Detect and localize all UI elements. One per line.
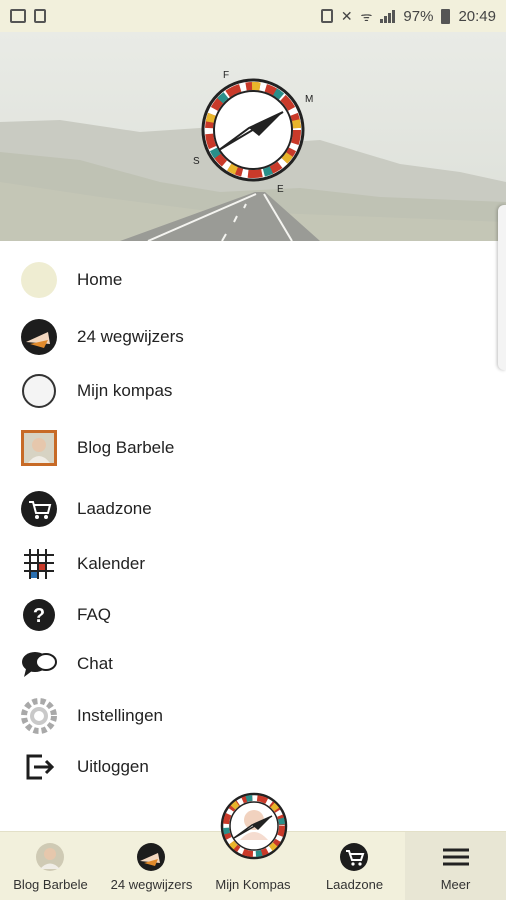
status-left — [10, 9, 46, 23]
home-icon — [20, 261, 58, 299]
svg-text:F: F — [223, 70, 229, 81]
tab-24-wegwijzers[interactable]: 24 wegwijzers — [101, 832, 202, 900]
lock-icon — [320, 9, 333, 23]
center-compass-button[interactable] — [216, 788, 292, 864]
download-notification-icon — [34, 9, 46, 23]
svg-text:S: S — [193, 156, 200, 167]
svg-text:E: E — [277, 184, 284, 195]
gallery-notification-icon — [10, 9, 26, 23]
wegwijzers-icon — [137, 843, 165, 871]
battery-percent: 97% — [403, 7, 434, 25]
road-landscape-image: F M S E — [0, 32, 506, 241]
menu-item-label: FAQ — [77, 605, 112, 624]
status-bar: ✕ ᯤ 97% 20:49 — [0, 0, 506, 32]
question-icon: ? — [20, 596, 58, 634]
menu-item-label: Mijn kompas — [77, 381, 173, 400]
menu-item-faq[interactable]: ? FAQ — [0, 590, 506, 640]
menu-item-label: Blog Barbele — [77, 438, 175, 457]
chat-bubbles-icon — [20, 645, 58, 683]
menu-item-kalender[interactable]: Kalender — [0, 539, 506, 589]
wegwijzers-icon — [20, 318, 58, 356]
battery-icon — [441, 8, 451, 24]
clock: 20:49 — [458, 7, 496, 25]
tab-label: Laadzone — [325, 877, 384, 892]
compass-circle-icon — [20, 372, 58, 410]
menu-item-blog-barbele[interactable]: Blog Barbele — [0, 423, 506, 473]
menu-item-mijn-kompas[interactable]: Mijn kompas — [0, 366, 506, 416]
tab-label: Meer — [440, 877, 471, 892]
menu-item-24-wegwijzers[interactable]: 24 wegwijzers — [0, 312, 506, 362]
tab-blog-barbele[interactable]: Blog Barbele — [0, 832, 101, 900]
signal-icon — [380, 9, 396, 23]
tab-meer[interactable]: Meer — [405, 832, 506, 900]
menu-item-label: Instellingen — [77, 706, 164, 725]
menu-item-home[interactable]: Home — [0, 255, 506, 305]
logout-icon — [20, 748, 58, 786]
svg-text:M: M — [305, 94, 313, 105]
menu-item-uitloggen[interactable]: Uitloggen — [0, 742, 506, 792]
shopping-cart-icon — [340, 843, 368, 871]
mute-icon: ✕ — [340, 7, 353, 24]
calendar-grid-icon — [20, 545, 58, 583]
tab-label: Mijn Kompas — [215, 877, 291, 892]
shopping-cart-icon — [20, 490, 58, 528]
svg-text:?: ? — [33, 605, 45, 627]
header-banner: F M S E — [0, 32, 506, 241]
tab-laadzone[interactable]: Laadzone — [304, 832, 405, 900]
menu-item-chat[interactable]: Chat — [0, 639, 506, 689]
menu-item-label: Laadzone — [77, 499, 152, 518]
menu-item-instellingen[interactable]: Instellingen — [0, 691, 506, 741]
menu-item-laadzone[interactable]: Laadzone — [0, 484, 506, 534]
menu-item-label: Kalender — [77, 554, 146, 573]
menu-item-label: Chat — [77, 654, 113, 673]
wifi-icon: ᯤ — [360, 9, 373, 24]
menu-hamburger-icon — [443, 848, 469, 866]
tab-label: 24 wegwijzers — [110, 877, 193, 892]
menu-item-label: 24 wegwijzers — [77, 327, 184, 346]
menu-item-label: Home — [77, 270, 123, 289]
gear-icon — [20, 697, 58, 735]
status-right: ✕ ᯤ 97% 20:49 — [320, 7, 496, 25]
menu-item-label: Uitloggen — [77, 757, 149, 776]
blog-portrait-icon — [20, 429, 58, 467]
blog-portrait-icon — [36, 843, 64, 871]
tab-label: Blog Barbele — [13, 877, 88, 892]
